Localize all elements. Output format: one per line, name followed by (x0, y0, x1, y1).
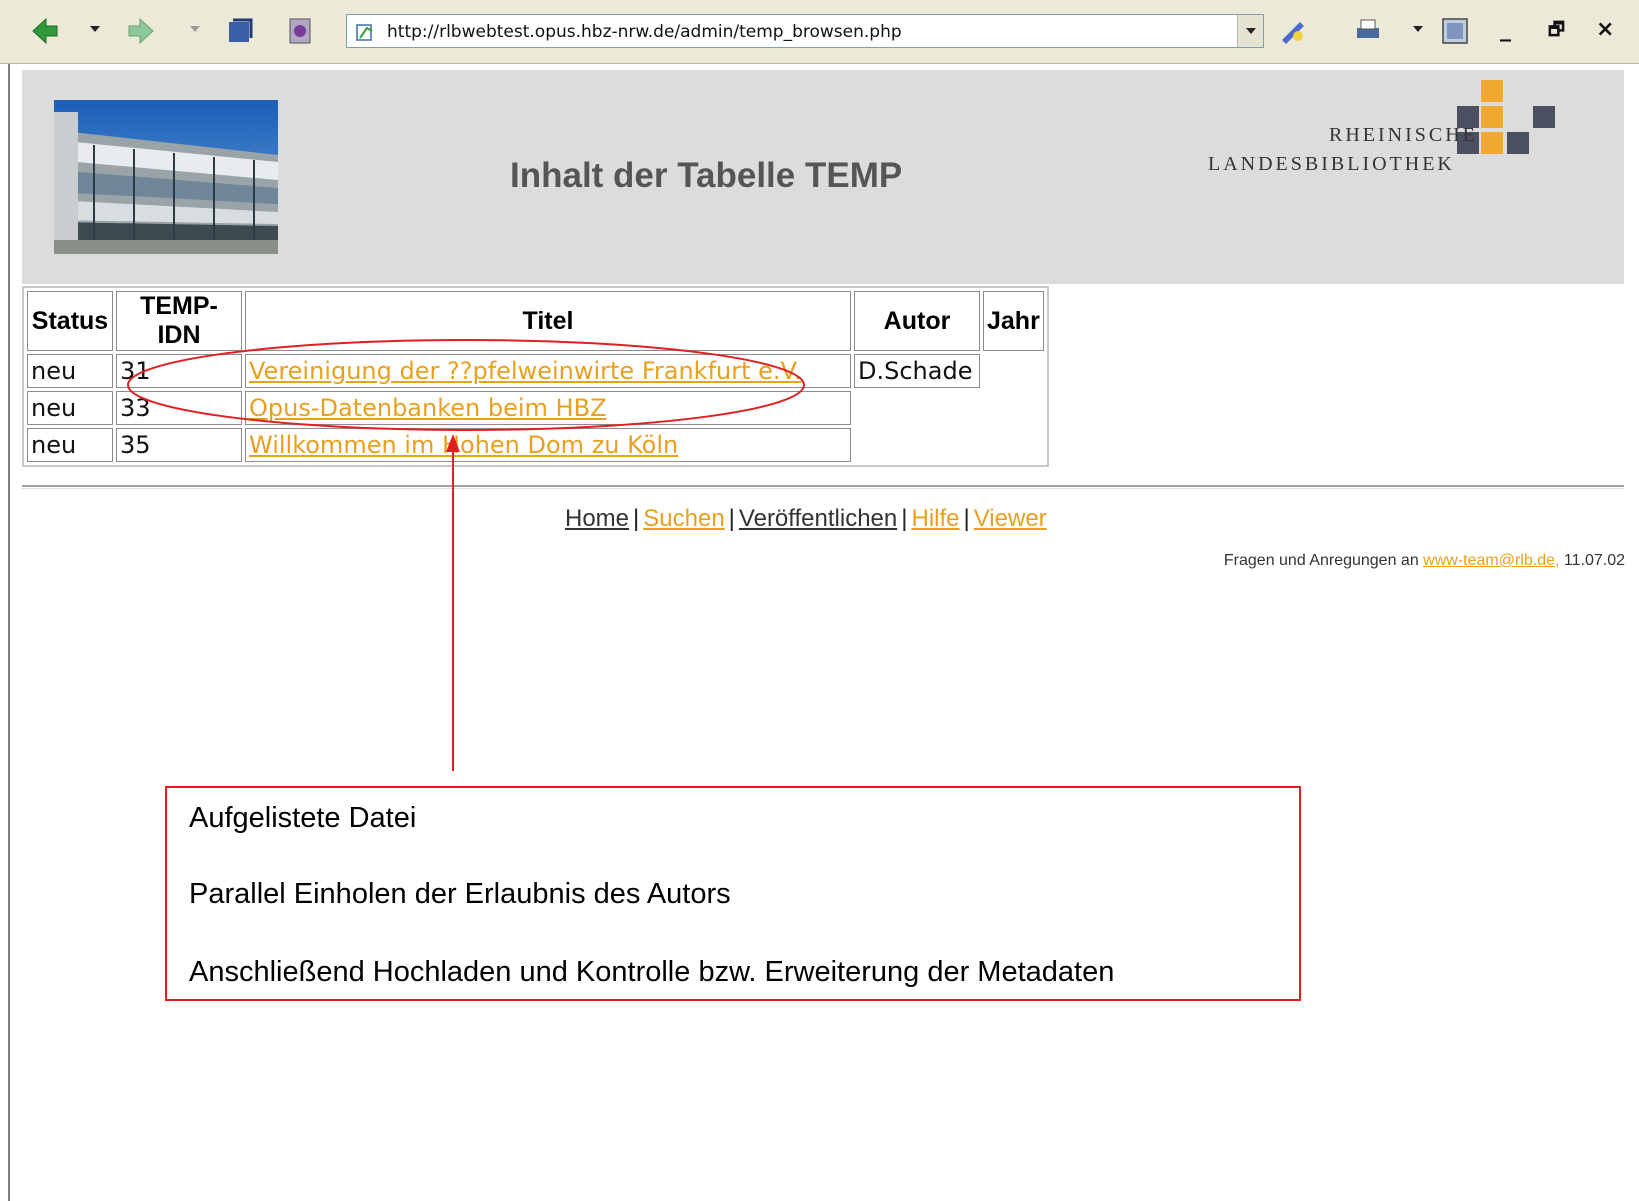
refresh-icon[interactable] (225, 16, 255, 46)
address-dropdown-icon[interactable] (1237, 15, 1263, 47)
minimize-button[interactable]: _ (1500, 16, 1511, 44)
nav-separator: | (633, 505, 640, 532)
cell-autor: D.Schade (854, 354, 980, 388)
title-link[interactable]: Opus-Datenbanken beim HBZ (249, 394, 607, 422)
table-row: neu 33 Opus-Datenbanken beim HBZ (27, 391, 1044, 425)
nav-separator: | (728, 505, 735, 532)
cell-idn: 31 (116, 354, 242, 388)
table-row: neu 35 Willkommen im Hohen Dom zu Köln (27, 428, 1044, 462)
column-header-titel: Titel (245, 291, 851, 351)
cell-titel: Willkommen im Hohen Dom zu Köln (245, 428, 851, 462)
annotation-line-2: Parallel Einholen der Erlaubnis des Auto… (189, 878, 731, 910)
cell-status: neu (27, 354, 113, 388)
contact-footer: Fragen und Anregungen an www-team@rlb.de… (1224, 552, 1625, 570)
column-header-autor: Autor (854, 291, 980, 351)
cell-titel: Opus-Datenbanken beim HBZ (245, 391, 851, 425)
annotation-box: Aufgelistete Datei Parallel Einholen der… (165, 786, 1301, 1001)
back-dropdown-icon[interactable] (90, 26, 100, 32)
table-row: neu 31 Vereinigung der ??pfelweinwirte F… (27, 354, 1044, 388)
print-dropdown-icon[interactable] (1413, 26, 1423, 32)
forward-dropdown-icon[interactable] (190, 26, 200, 32)
print-icon[interactable] (1353, 16, 1383, 46)
annotation-line-1: Aufgelistete Datei (189, 802, 417, 834)
nav-hilfe-link[interactable]: Hilfe (911, 505, 959, 532)
title-link[interactable]: Willkommen im Hohen Dom zu Köln (249, 431, 678, 459)
cell-status: neu (27, 428, 113, 462)
rlb-logo (1457, 80, 1555, 154)
table-header-row: Status TEMP-IDN Titel Autor Jahr (27, 291, 1044, 351)
nav-veroeffentlichen-link[interactable]: Veröffentlichen (739, 505, 897, 532)
browser-toolbar: http://rlbwebtest.opus.hbz-nrw.de/admin/… (0, 0, 1639, 64)
column-header-jahr: Jahr (983, 291, 1044, 351)
forward-icon[interactable] (126, 16, 156, 46)
nav-separator: | (963, 505, 970, 532)
nav-viewer-link[interactable]: Viewer (974, 505, 1047, 532)
cell-idn: 33 (116, 391, 242, 425)
address-bar[interactable]: http://rlbwebtest.opus.hbz-nrw.de/admin/… (346, 14, 1264, 48)
footer-date: 11.07.02 (1563, 552, 1625, 569)
cell-autor (854, 391, 980, 425)
logo-text-line1: RHEINISCHE (1329, 124, 1478, 146)
history-icon[interactable] (285, 16, 315, 46)
page-icon (356, 24, 373, 41)
nav-suchen-link[interactable]: Suchen (643, 505, 724, 532)
column-header-status: Status (27, 291, 113, 351)
nav-separator: | (901, 505, 908, 532)
column-header-temp-idn: TEMP-IDN (116, 291, 242, 351)
restore-button[interactable]: 🗗 (1548, 16, 1565, 44)
logo-text-line2: LANDESBIBLIOTHEK (1208, 153, 1455, 175)
cell-jahr (983, 391, 1044, 425)
horizontal-divider (22, 485, 1624, 489)
cell-autor (854, 428, 980, 462)
page-view-icon[interactable] (1440, 16, 1470, 46)
cell-status: neu (27, 391, 113, 425)
cell-titel: Vereinigung der ??pfelweinwirte Frankfur… (245, 354, 851, 388)
footer-prefix: Fragen und Anregungen an (1223, 552, 1419, 569)
temp-table: Status TEMP-IDN Titel Autor Jahr neu 31 … (22, 286, 1049, 467)
title-link[interactable]: Vereinigung der ??pfelweinwirte Frankfur… (249, 357, 801, 385)
annotation-line-3: Anschließend Hochladen und Kontrolle bzw… (189, 956, 1115, 988)
email-link[interactable]: www-team@rlb.de, (1423, 552, 1559, 569)
page-header: Inhalt der Tabelle TEMP (22, 70, 1624, 284)
cell-jahr (983, 354, 1044, 388)
cell-jahr (983, 428, 1044, 462)
cell-idn: 35 (116, 428, 242, 462)
footer-nav: Home | Suchen | Veröffentlichen | Hilfe | Viewer (565, 505, 1047, 533)
window-border (8, 64, 10, 1201)
page-title: Inhalt der Tabelle TEMP (510, 156, 903, 195)
edit-icon[interactable] (1278, 16, 1308, 46)
nav-home-link[interactable]: Home (565, 505, 629, 532)
close-button[interactable]: × (1596, 16, 1614, 44)
address-text[interactable]: http://rlbwebtest.opus.hbz-nrw.de/admin/… (387, 22, 902, 42)
back-icon[interactable] (30, 16, 60, 46)
library-building-photo (54, 100, 278, 254)
